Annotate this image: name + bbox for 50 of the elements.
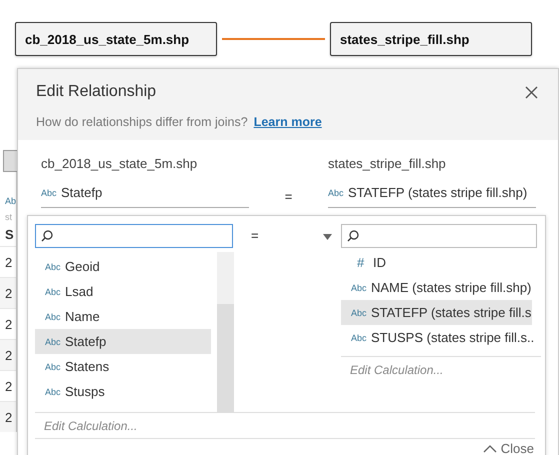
chevron-up-icon: [482, 444, 497, 452]
string-type-icon: Abc: [45, 386, 65, 396]
field-option[interactable]: Abc Stusps: [35, 379, 211, 404]
table-name: states_stripe_fill.shp: [328, 156, 447, 173]
string-type-icon: Abc: [45, 286, 65, 296]
string-type-icon: Abc: [351, 332, 371, 342]
edit-calculation-link[interactable]: Edit Calculation...: [35, 412, 535, 439]
string-type-icon: Abc: [45, 262, 65, 272]
string-type-icon: Abc: [41, 188, 61, 198]
source-label: st: [4, 211, 14, 224]
search-field[interactable]: [341, 224, 537, 248]
table-node[interactable]: cb_2018_us_state_5m.shp: [15, 22, 217, 56]
edit-calculation-link[interactable]: Edit Calculation...: [341, 356, 541, 383]
field-option[interactable]: Abc NAME (states stripe fill.shp): [341, 275, 532, 300]
table-node[interactable]: states_stripe_fill.shp: [330, 22, 532, 56]
field-option[interactable]: Abc Lsad: [35, 279, 211, 304]
table-cell: 2: [0, 277, 16, 308]
field-option[interactable]: Abc Statefp: [35, 329, 211, 354]
string-type-icon: Abc: [45, 336, 65, 346]
string-type-icon: Abc: [351, 308, 371, 318]
learn-more-link[interactable]: Learn more: [254, 115, 322, 129]
field-selector[interactable]: Abc Statefp: [41, 178, 249, 208]
field-option[interactable]: Abc STUSPS (states stripe fill.s..: [341, 325, 532, 350]
field-option[interactable]: # ID: [341, 250, 532, 275]
close-icon[interactable]: [525, 86, 538, 98]
field-option[interactable]: Abc Geoid: [35, 254, 211, 279]
close-button[interactable]: Close: [482, 441, 534, 455]
table-name: cb_2018_us_state_5m.shp: [41, 156, 198, 173]
search-icon: [347, 230, 359, 242]
string-type-icon: Abc: [45, 362, 65, 372]
string-type-icon: Abc: [45, 312, 65, 322]
caret-icon[interactable]: [322, 234, 332, 240]
field-selector[interactable]: Abc STATEFP (states stripe fill.shp): [328, 178, 536, 208]
operator-select[interactable]: =: [251, 228, 259, 243]
scrollbar[interactable]: [217, 252, 234, 412]
table-cell: 2: [0, 401, 16, 432]
table-cell: 2: [0, 339, 16, 370]
number-type-icon: #: [351, 255, 373, 270]
operator: =: [284, 188, 294, 206]
string-type-icon: Abc: [328, 188, 348, 198]
field-option[interactable]: Abc Name: [35, 304, 211, 329]
search-icon: [41, 230, 53, 242]
field-option[interactable]: Abc STATEFP (states stripe fill.s: [341, 300, 532, 325]
column-header: S: [4, 226, 15, 244]
search-field[interactable]: [35, 224, 233, 248]
dialog-title: Edit Relationship: [36, 83, 156, 101]
type-label: Ab: [4, 195, 16, 208]
help-text: How do relationships differ from joins? Learn more: [36, 115, 323, 129]
string-type-icon: Abc: [351, 282, 371, 292]
field-option[interactable]: Abc Statens: [35, 354, 211, 379]
